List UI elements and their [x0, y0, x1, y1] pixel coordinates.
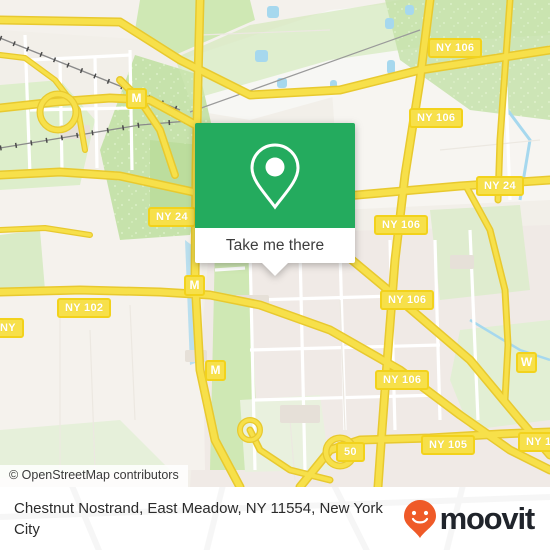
route-shield: NY 106 — [428, 38, 483, 58]
route-shield: NY 106 — [375, 370, 430, 390]
route-shield: NY 24 — [476, 176, 524, 196]
route-shield: NY 106 — [374, 215, 429, 235]
route-shield: NY — [0, 318, 24, 338]
junction-marker-m: M — [205, 360, 226, 381]
osm-attribution[interactable]: © OpenStreetMap contributors — [0, 465, 188, 487]
callout-action-panel[interactable]: Take me there — [195, 228, 355, 263]
destination-callout-card[interactable]: Take me there — [195, 123, 355, 276]
moovit-map-screenshot: NY 106 NY 106 NY 24 NY 24 NY 106 NY 106 … — [0, 0, 550, 550]
map-pin-icon — [250, 142, 300, 210]
route-shield: NY 106 — [380, 290, 435, 310]
route-shield: NY 106 — [409, 108, 464, 128]
route-shield: NY 105 — [421, 435, 476, 455]
moovit-wordmark: moovit — [439, 501, 536, 536]
place-title: Chestnut Nostrand, East Meadow, NY 11554… — [14, 499, 383, 538]
route-shield: 50 — [336, 442, 365, 462]
moovit-smiley-pin-icon — [403, 499, 436, 538]
map-canvas[interactable]: NY 106 NY 106 NY 24 NY 24 NY 106 NY 106 … — [0, 0, 550, 487]
route-shield: NY 24 — [148, 207, 196, 227]
callout-pointer — [262, 263, 288, 276]
take-me-there-label: Take me there — [225, 236, 325, 254]
route-shield: NY 10 — [518, 432, 550, 452]
footer-bar: Chestnut Nostrand, East Meadow, NY 11554… — [0, 487, 550, 550]
junction-marker-w: W — [516, 352, 537, 373]
route-shield: NY 102 — [57, 298, 112, 318]
callout-icon-panel — [195, 123, 355, 228]
junction-marker-m: M — [126, 88, 147, 109]
moovit-brand-logo[interactable]: moovit — [403, 499, 536, 539]
junction-marker-m: M — [184, 275, 205, 296]
